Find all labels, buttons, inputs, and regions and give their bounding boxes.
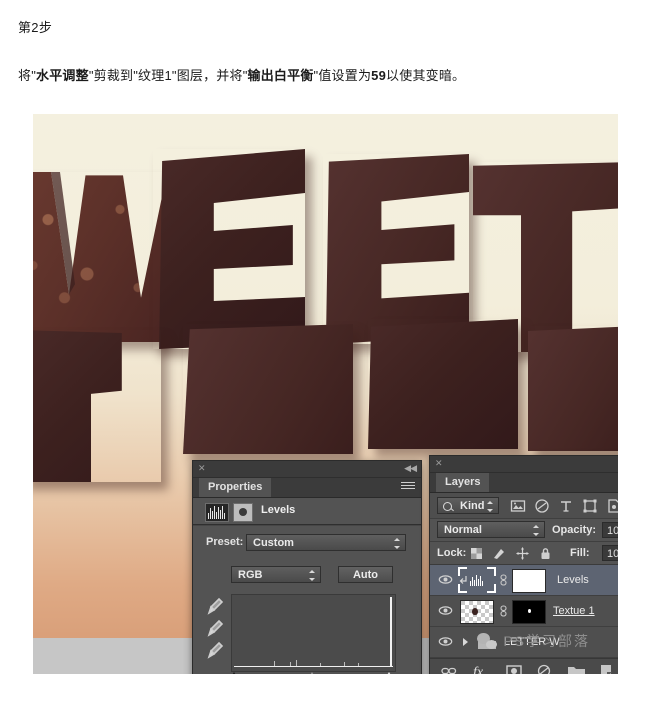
- filter-adjustment-icon[interactable]: [534, 498, 550, 514]
- letter-lower-3-glyph: [368, 319, 518, 449]
- preset-row: Preset: Custom: [193, 534, 421, 554]
- filter-kind-label: Kind: [460, 500, 485, 512]
- layer-filter-row: Kind: [430, 493, 618, 518]
- black-point-eyedropper[interactable]: [205, 596, 225, 618]
- white-point-eyedropper[interactable]: [205, 640, 225, 662]
- properties-body: Preset: Custom RGB Auto: [193, 526, 421, 674]
- chevron-updown-icon: [394, 537, 401, 550]
- layer-name[interactable]: Levels: [557, 574, 589, 586]
- lock-all-icon[interactable]: [538, 546, 553, 561]
- watermark-text: PS学习部落: [503, 633, 590, 649]
- opacity-field[interactable]: 100%: [602, 522, 618, 538]
- new-layer-icon[interactable]: [598, 663, 616, 674]
- opacity-label: Opacity:: [552, 524, 597, 536]
- fill-field[interactable]: 100%: [602, 545, 618, 561]
- white-mask-thumbnail[interactable]: [512, 569, 546, 593]
- chevron-updown-icon: [309, 569, 316, 582]
- layer-name[interactable]: Textue 1: [553, 605, 595, 617]
- letter-e2-glyph: [323, 154, 469, 344]
- filter-shape-icon[interactable]: [582, 498, 598, 514]
- channel-row: RGB Auto: [193, 566, 421, 586]
- lock-position-icon[interactable]: [515, 546, 530, 561]
- layer-style-fx-icon[interactable]: fx: [472, 663, 492, 674]
- levels-adjustment-thumbnail[interactable]: [469, 573, 486, 587]
- search-icon: [443, 502, 452, 511]
- chevron-updown-icon: [487, 500, 494, 513]
- letter-lower-1-glyph: [33, 330, 161, 482]
- histogram-baseline: [234, 666, 393, 667]
- eye-icon[interactable]: [438, 636, 453, 647]
- svg-text:fx: fx: [473, 665, 484, 674]
- histogram-white-spike: [390, 597, 392, 667]
- preset-label: Preset:: [206, 536, 244, 548]
- fill-label: Fill:: [570, 547, 590, 559]
- blend-mode-select[interactable]: Normal: [437, 521, 545, 538]
- filter-kind-select[interactable]: Kind: [437, 497, 499, 514]
- input-white-thumb[interactable]: [384, 672, 394, 674]
- letter-w-glyph: [33, 172, 165, 342]
- new-adjustment-layer-icon[interactable]: [536, 663, 556, 674]
- adjustment-title: Levels: [261, 504, 296, 516]
- lock-row: Lock: Fill: 100%: [430, 541, 618, 564]
- table-row[interactable]: Textue 1: [430, 596, 618, 627]
- properties-header: Levels: [193, 498, 421, 524]
- eye-icon[interactable]: [438, 574, 453, 585]
- input-levels-slider[interactable]: [229, 672, 397, 674]
- table-row[interactable]: Levels: [430, 565, 618, 596]
- lock-transparent-pixels-icon[interactable]: [469, 546, 484, 561]
- collapse-double-arrow-icon[interactable]: ◀◀: [404, 463, 417, 474]
- properties-panel[interactable]: ✕ ◀◀ Properties Levels Preset: Custom RG…: [192, 460, 422, 674]
- histogram-graph: [231, 594, 396, 672]
- blend-mode-value: Normal: [444, 524, 482, 536]
- black-mask-thumbnail[interactable]: [512, 600, 546, 624]
- step-description: 将"水平调整"剪裁到"纹理1"图层，并将"输出白平衡"值设置为59以使其变暗。: [18, 68, 466, 83]
- tab-layers[interactable]: Layers: [436, 473, 490, 492]
- levels-histogram-icon: [205, 503, 229, 522]
- eyedropper-group: [205, 596, 227, 662]
- channel-value: RGB: [238, 569, 263, 581]
- layer-mask-icon[interactable]: [233, 503, 253, 522]
- transparent-checker-thumbnail[interactable]: [460, 600, 494, 624]
- auto-button[interactable]: Auto: [338, 566, 393, 583]
- close-icon[interactable]: ✕: [435, 458, 443, 469]
- tutorial-screenshot: ✕ ◀◀ Properties Levels Preset: Custom RG…: [33, 114, 618, 674]
- wechat-icon: [477, 633, 498, 649]
- watermark: PS学习部落: [477, 631, 590, 651]
- properties-titlebar: ✕ ◀◀: [193, 461, 421, 478]
- filter-type-icon[interactable]: [558, 498, 574, 514]
- lock-label: Lock:: [437, 547, 467, 559]
- layers-footer: fx: [430, 658, 618, 674]
- eye-icon[interactable]: [438, 605, 453, 616]
- close-icon[interactable]: ✕: [198, 463, 206, 474]
- gray-point-eyedropper[interactable]: [205, 618, 225, 640]
- new-group-icon[interactable]: [567, 663, 587, 674]
- letter-lower-4-glyph: [528, 326, 618, 451]
- layers-tabrow: Layers: [430, 473, 618, 493]
- letter-e1-glyph: [153, 149, 305, 349]
- link-layers-icon[interactable]: [440, 663, 458, 674]
- layers-titlebar: ✕ ◀◀: [430, 456, 618, 473]
- add-layer-mask-icon[interactable]: [505, 663, 523, 674]
- link-icon[interactable]: [499, 574, 508, 589]
- properties-tabrow: Properties: [193, 478, 421, 498]
- panel-menu-icon[interactable]: [401, 482, 415, 492]
- tab-properties[interactable]: Properties: [199, 478, 272, 497]
- channel-select[interactable]: RGB: [231, 566, 321, 583]
- chevron-right-icon[interactable]: [462, 637, 470, 650]
- filter-pixel-icon[interactable]: [510, 498, 526, 514]
- preset-select[interactable]: Custom: [246, 534, 406, 551]
- chevron-updown-icon: [533, 524, 540, 537]
- letter-lower-2-glyph: [183, 324, 353, 454]
- preset-value: Custom: [253, 537, 294, 549]
- lock-image-pixels-icon[interactable]: [492, 546, 507, 561]
- input-black-thumb[interactable]: [229, 672, 239, 674]
- filter-smartobject-icon[interactable]: [606, 498, 618, 514]
- step-title: 第2步: [18, 20, 53, 35]
- input-gamma-thumb[interactable]: [307, 672, 317, 674]
- link-icon[interactable]: [499, 605, 508, 620]
- blend-mode-row: Normal Opacity: 100%: [430, 518, 618, 541]
